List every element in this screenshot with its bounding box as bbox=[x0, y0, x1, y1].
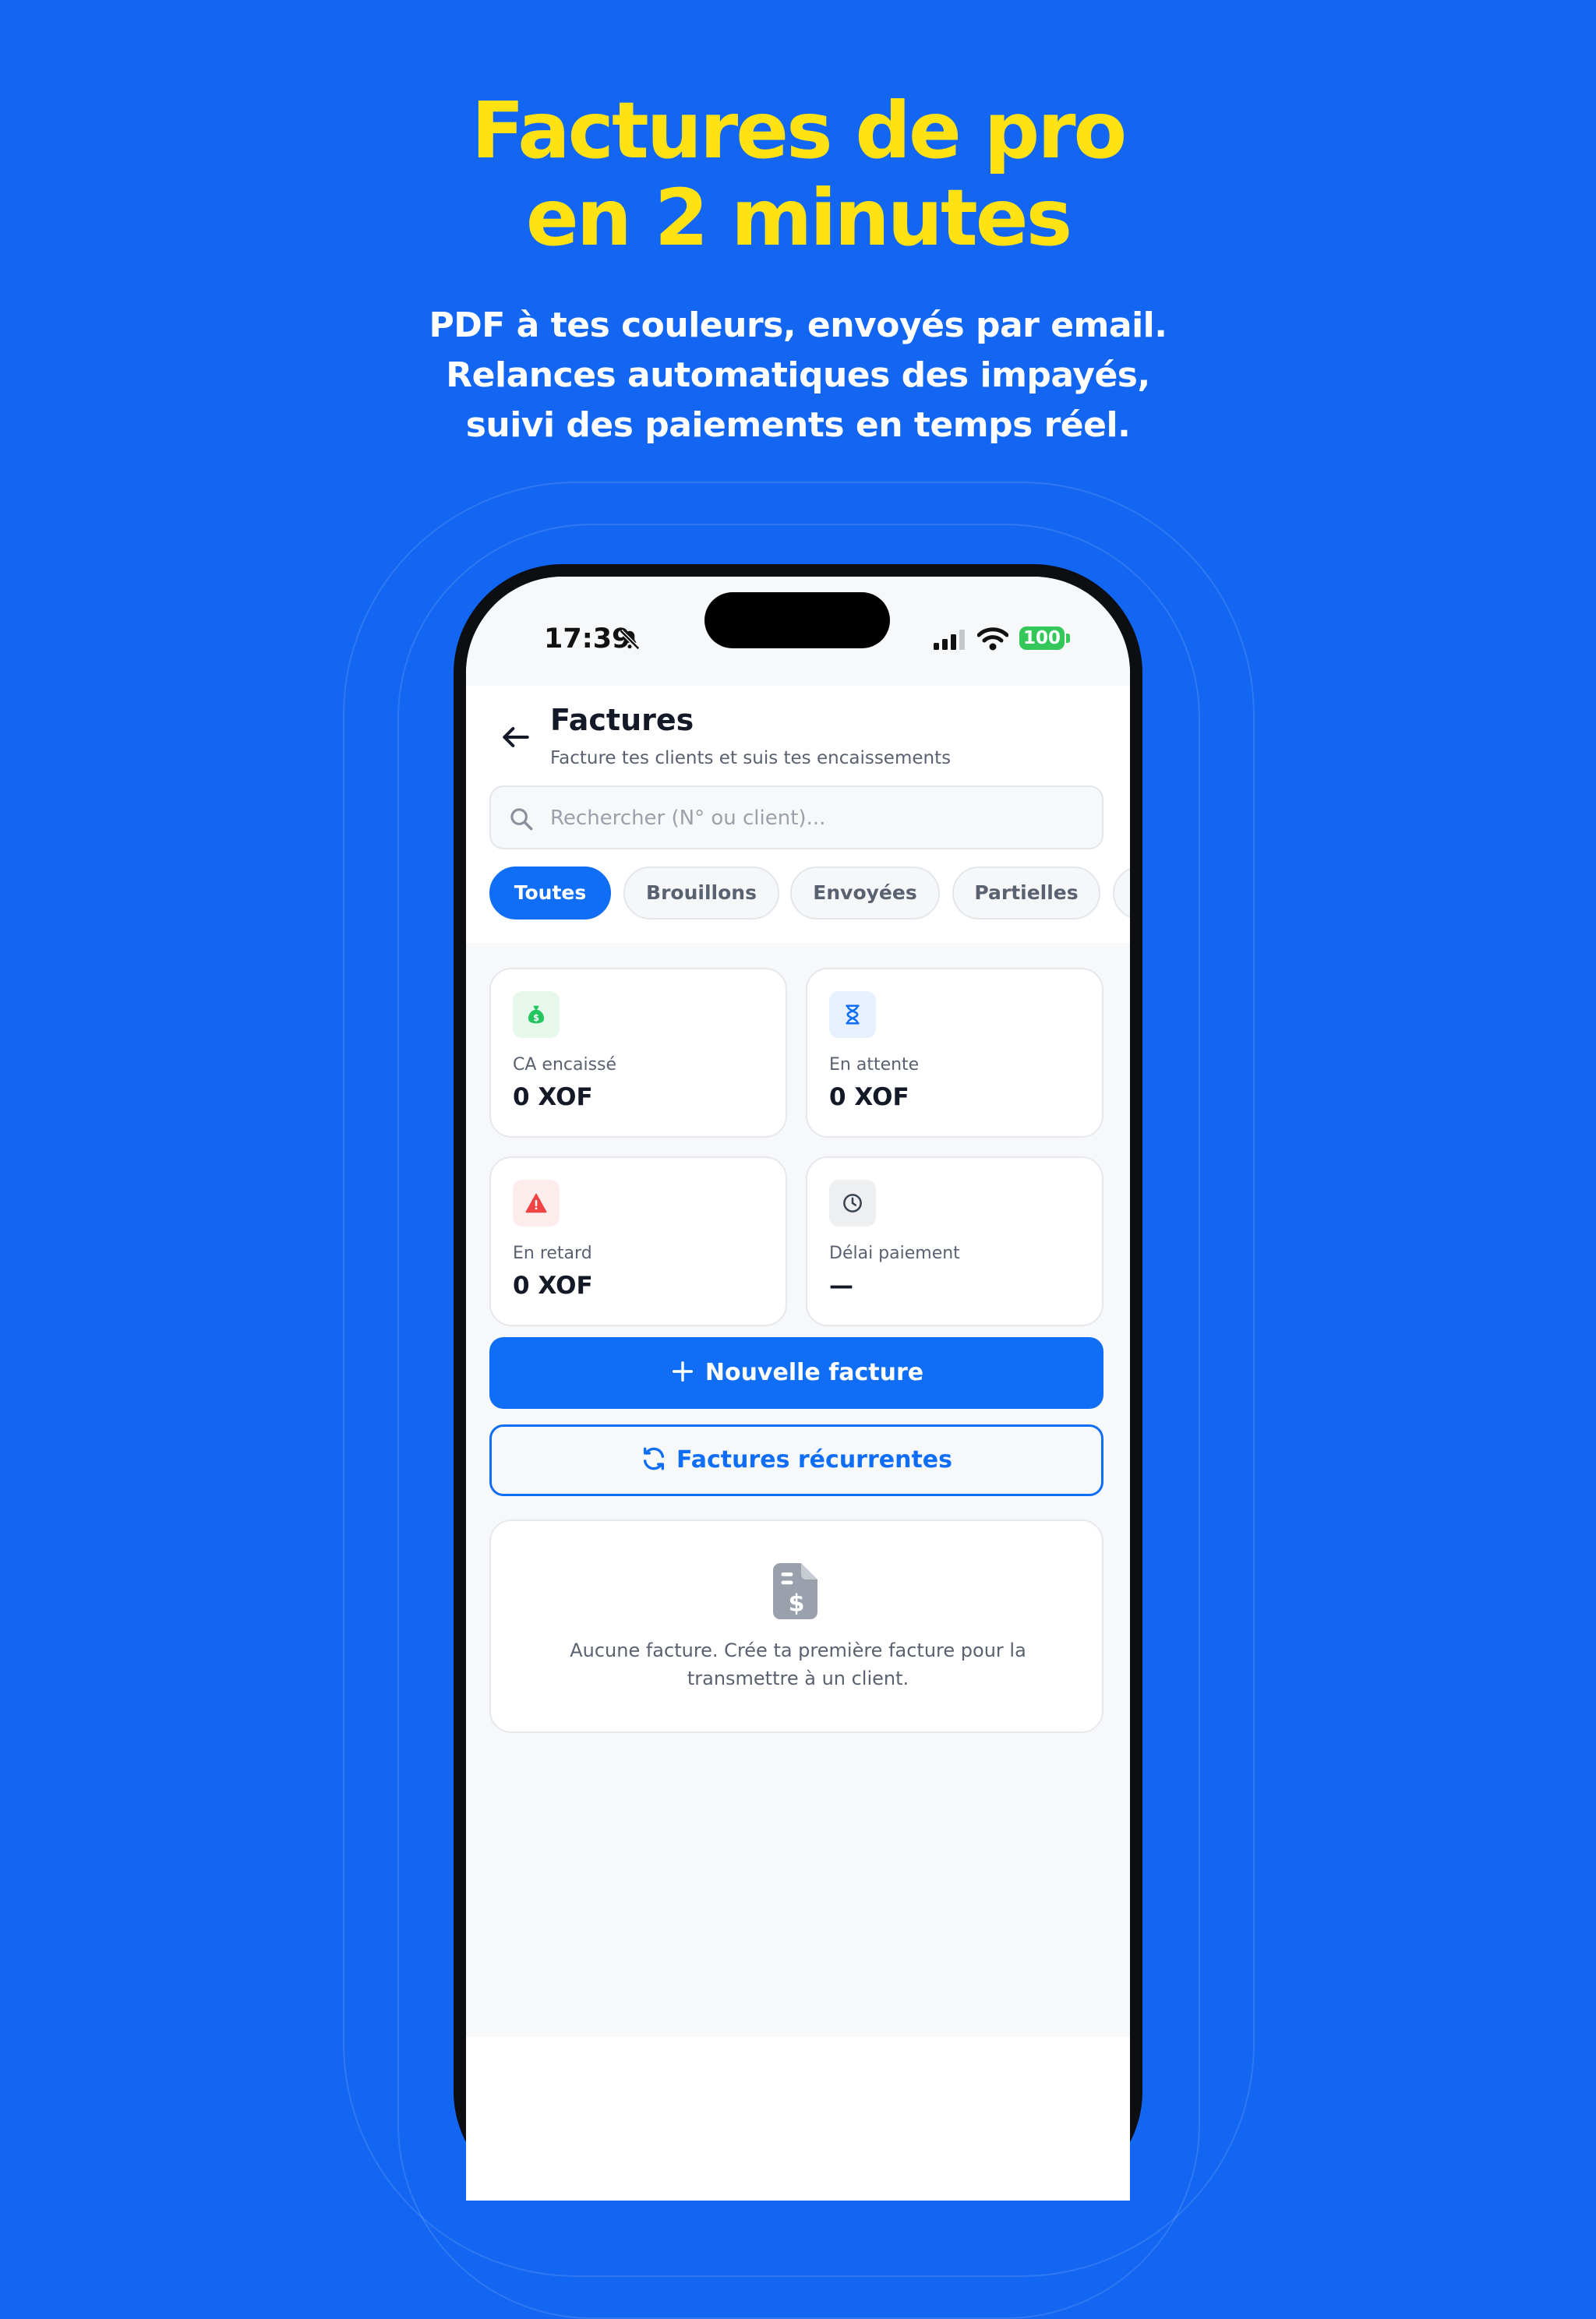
filter-chip-envoyees[interactable]: Envoyées bbox=[790, 867, 940, 919]
app-header: Factures Facture tes clients et suis tes… bbox=[466, 686, 1130, 943]
svg-text:$: $ bbox=[789, 1590, 805, 1618]
page-title: Factures bbox=[550, 703, 694, 737]
stat-value: 0 XOF bbox=[513, 1272, 593, 1300]
clock-icon bbox=[843, 1194, 862, 1212]
stat-label: En retard bbox=[513, 1244, 592, 1263]
refresh-icon bbox=[643, 1447, 665, 1470]
wifi-icon bbox=[977, 627, 1008, 651]
new-invoice-label: Nouvelle facture bbox=[704, 1359, 924, 1386]
invoice-dollar-icon: $ bbox=[773, 1563, 817, 1619]
filter-chip-toutes[interactable]: Toutes bbox=[489, 867, 611, 919]
status-bar: 17:39 100 bbox=[466, 577, 1130, 686]
stat-value: 0 XOF bbox=[513, 1083, 593, 1111]
subtitle-line-1: PDF à tes couleurs, envoyés par email. bbox=[429, 305, 1167, 345]
empty-state-message: Aucune facture. Crée ta première facture… bbox=[522, 1636, 1074, 1692]
stat-card-en-attente: En attente 0 XOF bbox=[806, 968, 1103, 1138]
empty-state-line-2: transmettre à un client. bbox=[687, 1668, 909, 1689]
recurring-invoices-button[interactable]: Factures récurrentes bbox=[489, 1424, 1103, 1496]
hourglass-icon bbox=[846, 1004, 860, 1025]
marketing-headline: Factures de pro en 2 minutes bbox=[0, 87, 1596, 262]
main-content: $ CA encaissé 0 XOF En attente 0 XOF En … bbox=[466, 943, 1130, 2037]
empty-state-line-1: Aucune facture. Crée ta première facture… bbox=[570, 1640, 1026, 1661]
filter-chip-brouillons[interactable]: Brouillons bbox=[623, 867, 779, 919]
dynamic-island bbox=[704, 592, 890, 648]
empty-state-card: $ Aucune facture. Crée ta première factu… bbox=[489, 1520, 1103, 1733]
cellular-signal-icon bbox=[934, 630, 965, 650]
card-icon-bg bbox=[829, 991, 876, 1038]
recurring-invoices-label: Factures récurrentes bbox=[676, 1446, 953, 1474]
headline-line-2: en 2 minutes bbox=[525, 172, 1072, 263]
subtitle-line-2: Relances automatiques des impayés, bbox=[446, 355, 1150, 395]
phone-screen: 17:39 100 Factures Facture tes clients e… bbox=[466, 577, 1130, 2201]
warning-icon bbox=[525, 1193, 547, 1213]
filter-chip-partielles[interactable]: Partielles bbox=[952, 867, 1100, 919]
stat-label: CA encaissé bbox=[513, 1055, 617, 1075]
card-icon-bg: $ bbox=[513, 991, 560, 1038]
arrow-left-icon[interactable] bbox=[499, 720, 533, 754]
bell-muted-icon bbox=[619, 629, 641, 651]
new-invoice-button[interactable]: Nouvelle facture bbox=[489, 1337, 1103, 1409]
card-icon-bg bbox=[513, 1180, 560, 1227]
filter-chips: Toutes Brouillons Envoyées Partielles bbox=[489, 867, 1130, 923]
marketing-subtitle: PDF à tes couleurs, envoyés par email. R… bbox=[0, 301, 1596, 450]
card-icon-bg bbox=[829, 1180, 876, 1227]
subtitle-line-3: suivi des paiements en temps réel. bbox=[465, 405, 1131, 445]
stat-label: Délai paiement bbox=[829, 1244, 960, 1263]
plus-icon bbox=[672, 1361, 693, 1382]
battery-indicator: 100 bbox=[1019, 627, 1065, 650]
money-bag-icon: $ bbox=[528, 1005, 544, 1024]
stat-value: 0 XOF bbox=[829, 1083, 909, 1111]
battery-tip bbox=[1066, 634, 1070, 643]
search-box bbox=[489, 785, 1103, 849]
stat-card-delai-paiement: Délai paiement — bbox=[806, 1156, 1103, 1326]
phone-frame: 17:39 100 Factures Facture tes clients e… bbox=[454, 564, 1142, 2201]
headline-line-1: Factures de pro bbox=[471, 85, 1128, 176]
search-input[interactable] bbox=[549, 787, 1089, 849]
stat-label: En attente bbox=[829, 1055, 920, 1075]
stat-card-ca-encaisse: $ CA encaissé 0 XOF bbox=[489, 968, 787, 1138]
filter-chip-more[interactable] bbox=[1113, 867, 1130, 919]
stat-card-en-retard: En retard 0 XOF bbox=[489, 1156, 787, 1326]
svg-text:$: $ bbox=[533, 1013, 539, 1023]
stat-value: — bbox=[829, 1272, 853, 1300]
search-icon bbox=[510, 808, 533, 831]
page-subtitle: Facture tes clients et suis tes encaisse… bbox=[550, 748, 952, 768]
